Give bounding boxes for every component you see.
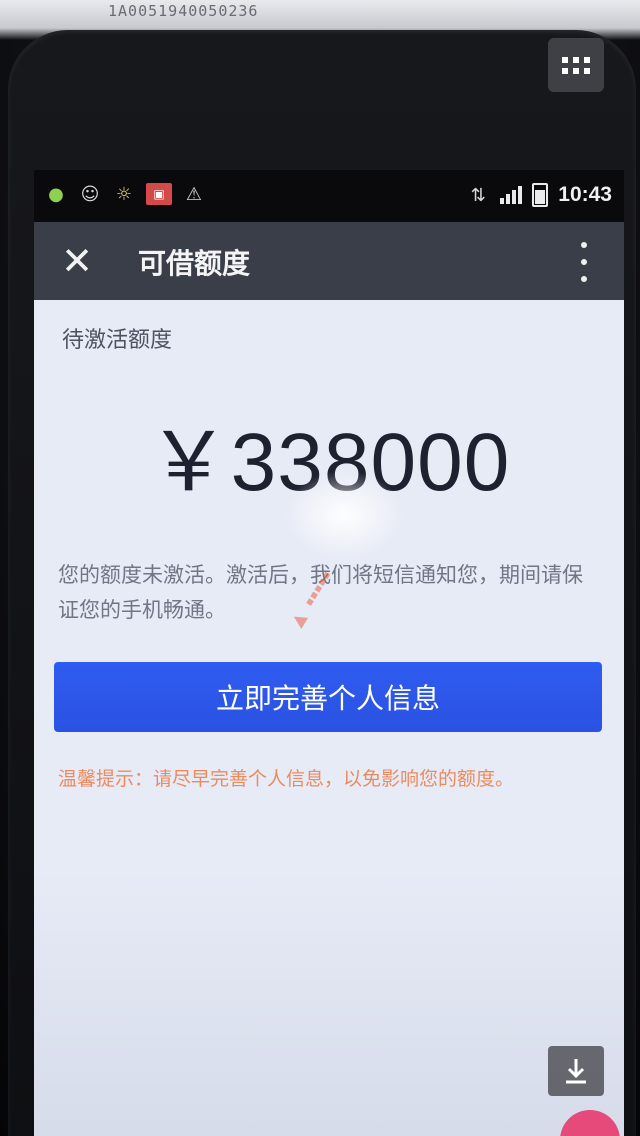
credit-amount: ￥338000 xyxy=(147,417,511,508)
photo-frame: 1A0051940050236 ● ☺ ☼ ▣ ⚠ ⇅ 10:43 ✕ 可借额度… xyxy=(0,0,640,1136)
grid-dot-icon xyxy=(573,67,579,74)
grid-dot-icon xyxy=(562,67,568,74)
pending-credit-label: 待激活额度 xyxy=(62,328,173,353)
chat-icon: ☺ xyxy=(80,183,100,205)
warm-tip: 温馨提示：请尽早完善个人信息，以免影响您的额度。 xyxy=(58,768,515,790)
grid-dot-icon xyxy=(562,56,568,63)
more-dot-icon xyxy=(581,259,587,265)
warning-icon: ⚠ xyxy=(185,183,203,205)
grid-dot-icon xyxy=(584,56,590,63)
title-bar: ✕ 可借额度 xyxy=(34,222,624,300)
status-bar: ● ☺ ☼ ▣ ⚠ ⇅ 10:43 xyxy=(34,170,624,222)
sun-icon: ☼ xyxy=(115,183,133,205)
page-title: 可借额度 xyxy=(138,247,251,280)
paper-text: 1A0051940050236 xyxy=(108,2,259,20)
status-right: ⇅ 10:43 xyxy=(466,183,612,207)
signal-icon xyxy=(500,186,523,204)
phone-body: ● ☺ ☼ ▣ ⚠ ⇅ 10:43 ✕ 可借额度 待激活额度 ￥338000 您… xyxy=(8,30,636,1136)
more-menu-button[interactable] xyxy=(574,242,594,282)
battery-icon xyxy=(532,183,549,207)
complete-profile-button[interactable]: 立即完善个人信息 xyxy=(54,662,602,732)
phone-screen: ● ☺ ☼ ▣ ⚠ ⇅ 10:43 ✕ 可借额度 待激活额度 ￥338000 您… xyxy=(34,170,624,1136)
download-button[interactable] xyxy=(548,1046,604,1096)
more-dot-icon xyxy=(581,242,587,248)
more-dot-icon xyxy=(581,276,587,282)
wechat-icon: ● xyxy=(48,183,64,205)
close-icon: ✕ xyxy=(61,239,93,283)
download-icon xyxy=(566,1059,586,1084)
close-button[interactable]: ✕ xyxy=(56,240,98,282)
grid-menu-button[interactable] xyxy=(548,38,604,92)
status-time: 10:43 xyxy=(558,183,612,206)
data-transfer-icon: ⇅ xyxy=(470,184,486,206)
grid-dot-icon xyxy=(584,67,590,74)
screen-shade xyxy=(34,870,624,1136)
status-left-icons: ● ☺ ☼ ▣ ⚠ xyxy=(44,182,206,206)
grid-dot-icon xyxy=(573,56,579,63)
notification-icon: ▣ xyxy=(146,183,172,205)
